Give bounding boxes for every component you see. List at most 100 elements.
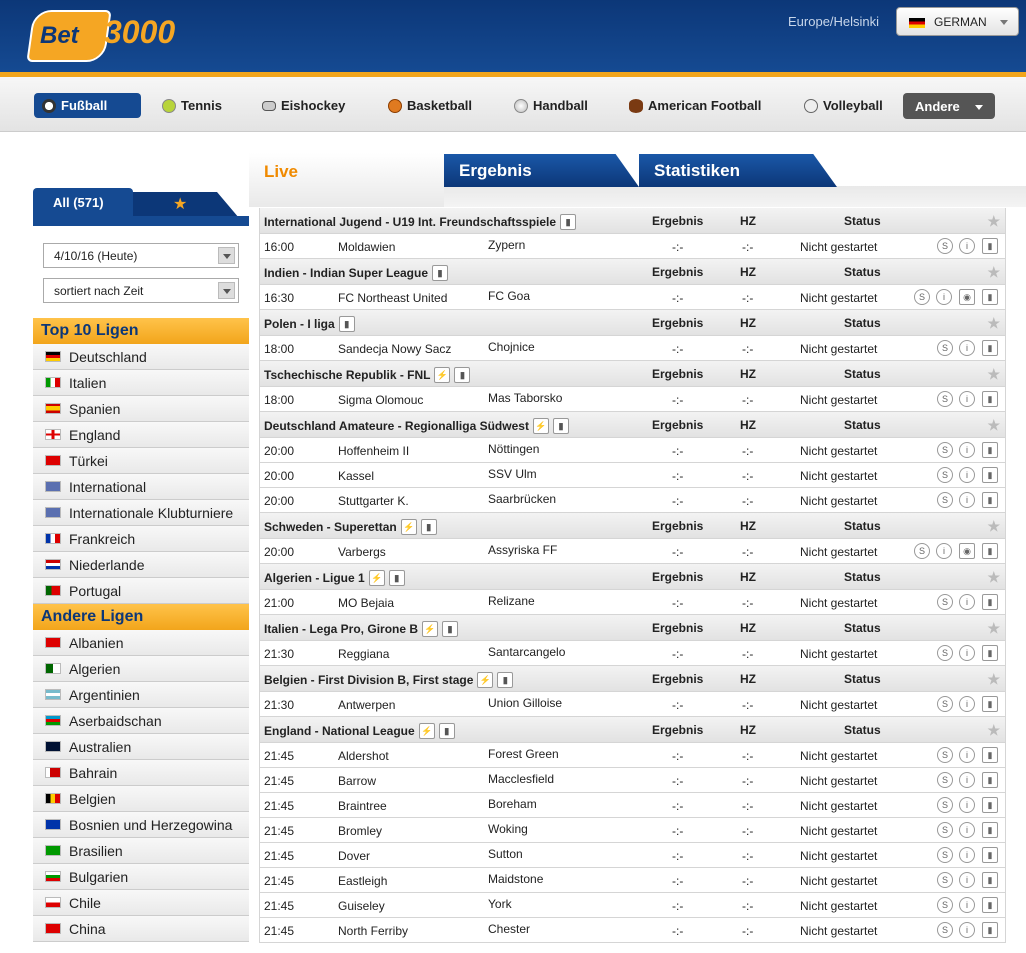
scores-icon[interactable]: S — [937, 797, 953, 813]
tab-favorites[interactable]: ★ — [129, 192, 239, 218]
scores-icon[interactable]: S — [937, 872, 953, 888]
league-name[interactable]: Belgien - First Division B, First stage ⚡… — [264, 672, 514, 688]
live-lightning-icon[interactable]: ⚡ — [477, 672, 494, 688]
scores-icon[interactable]: S — [937, 696, 953, 712]
language-select[interactable]: GERMAN — [896, 7, 1019, 36]
favorite-star-icon[interactable]: ★ — [987, 264, 1000, 281]
match-row[interactable]: 21:30 Antwerpen Union Gilloise -:- -:- Nicht … — [259, 692, 1006, 717]
scores-icon[interactable]: S — [937, 467, 953, 483]
tab-ergebnis[interactable]: Ergebnis — [444, 154, 639, 187]
league-stats-icon[interactable]: ▮ — [497, 672, 514, 688]
date-select[interactable]: 4/10/16 (Heute) — [43, 243, 239, 268]
match-stats-icon[interactable]: ▮ — [982, 872, 998, 888]
sidebar-item-türkei[interactable]: Türkei — [33, 448, 249, 474]
tab-statistiken[interactable]: Statistiken — [639, 154, 837, 187]
info-icon[interactable]: i — [959, 922, 975, 938]
league-name[interactable]: Polen - I liga ▮ — [264, 316, 355, 332]
league-name[interactable]: Algerien - Ligue 1 ⚡ ▮ — [264, 570, 405, 586]
live-lightning-icon[interactable]: ⚡ — [532, 418, 549, 434]
scores-icon[interactable]: S — [937, 822, 953, 838]
sidebar-item-spanien[interactable]: Spanien — [33, 396, 249, 422]
league-name[interactable]: Schweden - Superettan ⚡ ▮ — [264, 519, 437, 535]
map-pin-icon[interactable]: ◉ — [959, 289, 975, 305]
scores-icon[interactable]: S — [937, 594, 953, 610]
favorite-star-icon[interactable]: ★ — [987, 366, 1000, 383]
info-icon[interactable]: i — [959, 847, 975, 863]
live-lightning-icon[interactable]: ⚡ — [422, 621, 439, 637]
sidebar-item-niederlande[interactable]: Niederlande — [33, 552, 249, 578]
league-stats-icon[interactable]: ▮ — [442, 621, 459, 637]
info-icon[interactable]: i — [959, 238, 975, 254]
match-row[interactable]: 16:00 Moldawien Zypern -:- -:- Nicht gestarte… — [259, 234, 1006, 259]
league-stats-icon[interactable]: ▮ — [454, 367, 471, 383]
league-name[interactable]: Italien - Lega Pro, Girone B ⚡ ▮ — [264, 621, 459, 637]
sidebar-item-portugal[interactable]: Portugal — [33, 578, 249, 604]
match-stats-icon[interactable]: ▮ — [982, 238, 998, 254]
favorite-star-icon[interactable]: ★ — [987, 417, 1000, 434]
match-stats-icon[interactable]: ▮ — [982, 797, 998, 813]
match-row[interactable]: 18:00 Sandecja Nowy Sacz Chojnice -:- -:- Nic… — [259, 336, 1006, 361]
match-stats-icon[interactable]: ▮ — [982, 772, 998, 788]
sidebar-item-algerien[interactable]: Algerien — [33, 656, 249, 682]
match-stats-icon[interactable]: ▮ — [982, 492, 998, 508]
sidebar-item-chile[interactable]: Chile — [33, 890, 249, 916]
sidebar-item-frankreich[interactable]: Frankreich — [33, 526, 249, 552]
info-icon[interactable]: i — [936, 543, 952, 559]
match-row[interactable]: 21:45 North Ferriby Chester -:- -:- Nicht ges… — [259, 918, 1006, 943]
match-row[interactable]: 20:00 Hoffenheim II Nöttingen -:- -:- Nicht g… — [259, 438, 1006, 463]
tab-all[interactable]: All (571) — [33, 188, 133, 218]
league-stats-icon[interactable]: ▮ — [388, 570, 405, 586]
info-icon[interactable]: i — [959, 391, 975, 407]
league-stats-icon[interactable]: ▮ — [420, 519, 437, 535]
sport-tab-fussball[interactable]: Fußball — [34, 93, 141, 118]
sidebar-item-deutschland[interactable]: Deutschland — [33, 344, 249, 370]
match-row[interactable]: 18:00 Sigma Olomouc Mas Taborsko -:- -:- Nich… — [259, 387, 1006, 412]
league-name[interactable]: England - National League ⚡ ▮ — [264, 723, 455, 739]
match-row[interactable]: 21:45 Aldershot Forest Green -:- -:- Nicht ge… — [259, 743, 1006, 768]
match-row[interactable]: 21:45 Bromley Woking -:- -:- Nicht gestartet ▮… — [259, 818, 1006, 843]
sport-tab-eishockey[interactable]: Eishockey — [254, 93, 353, 118]
match-row[interactable]: 21:45 Braintree Boreham -:- -:- Nicht gestart… — [259, 793, 1006, 818]
match-stats-icon[interactable]: ▮ — [982, 442, 998, 458]
sidebar-item-argentinien[interactable]: Argentinien — [33, 682, 249, 708]
league-name[interactable]: Indien - Indian Super League ▮ — [264, 265, 449, 281]
match-row[interactable]: 21:00 MO Bejaia Relizane -:- -:- Nicht gestar… — [259, 590, 1006, 615]
sidebar-item-international[interactable]: International — [33, 474, 249, 500]
info-icon[interactable]: i — [959, 442, 975, 458]
league-name[interactable]: Tschechische Republik - FNL ⚡ ▮ — [264, 367, 471, 383]
info-icon[interactable]: i — [959, 772, 975, 788]
scores-icon[interactable]: S — [937, 442, 953, 458]
match-stats-icon[interactable]: ▮ — [982, 543, 998, 559]
favorite-star-icon[interactable]: ★ — [987, 569, 1000, 586]
sport-tab-tennis[interactable]: Tennis — [154, 93, 230, 118]
favorite-star-icon[interactable]: ★ — [987, 315, 1000, 332]
bet3000-logo[interactable]: Bet 3000 — [26, 4, 190, 64]
info-icon[interactable]: i — [959, 594, 975, 610]
info-icon[interactable]: i — [959, 747, 975, 763]
sidebar-item-bahrain[interactable]: Bahrain — [33, 760, 249, 786]
scores-icon[interactable]: S — [937, 747, 953, 763]
scores-icon[interactable]: S — [937, 238, 953, 254]
match-stats-icon[interactable]: ▮ — [982, 645, 998, 661]
info-icon[interactable]: i — [959, 797, 975, 813]
info-icon[interactable]: i — [936, 289, 952, 305]
sidebar-item-bosnien-und-herzegowina[interactable]: Bosnien und Herzegowina — [33, 812, 249, 838]
match-stats-icon[interactable]: ▮ — [982, 467, 998, 483]
sidebar-item-albanien[interactable]: Albanien — [33, 630, 249, 656]
league-stats-icon[interactable]: ▮ — [552, 418, 569, 434]
league-name[interactable]: International Jugend - U19 Int. Freundsc… — [264, 214, 577, 230]
favorite-star-icon[interactable]: ★ — [987, 722, 1000, 739]
info-icon[interactable]: i — [959, 822, 975, 838]
live-lightning-icon[interactable]: ⚡ — [418, 723, 435, 739]
match-row[interactable]: 21:45 Barrow Macclesfield -:- -:- Nicht gesta… — [259, 768, 1006, 793]
scores-icon[interactable]: S — [937, 340, 953, 356]
match-stats-icon[interactable]: ▮ — [982, 922, 998, 938]
favorite-star-icon[interactable]: ★ — [987, 671, 1000, 688]
league-stats-icon[interactable]: ▮ — [432, 265, 449, 281]
favorite-star-icon[interactable]: ★ — [987, 620, 1000, 637]
sidebar-item-belgien[interactable]: Belgien — [33, 786, 249, 812]
scores-icon[interactable]: S — [937, 847, 953, 863]
league-stats-icon[interactable]: ▮ — [438, 723, 455, 739]
info-icon[interactable]: i — [959, 645, 975, 661]
live-lightning-icon[interactable]: ⚡ — [400, 519, 417, 535]
